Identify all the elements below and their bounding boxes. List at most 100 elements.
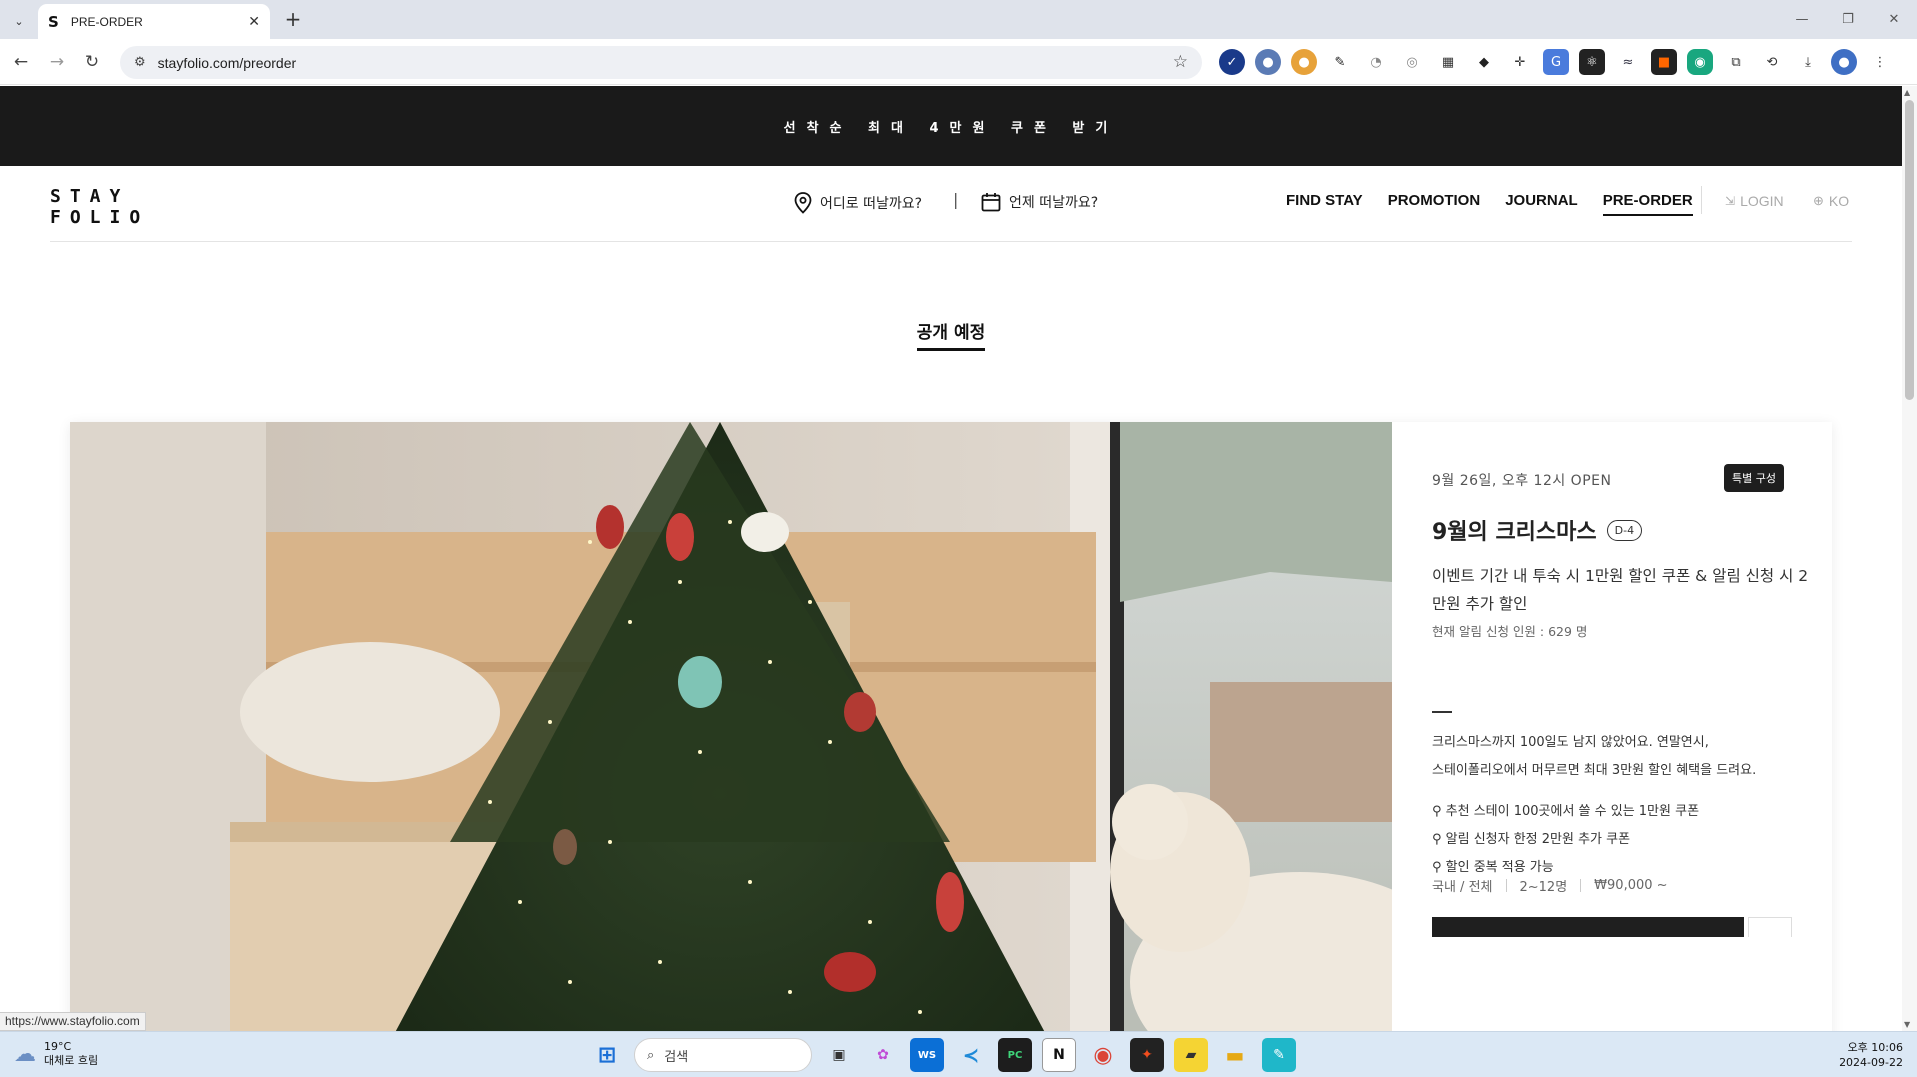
stay-guests: 2~12명 — [1519, 880, 1568, 895]
weather-condition: 대체로 흐림 — [44, 1054, 99, 1067]
vscode-icon[interactable]: ≺ — [954, 1038, 988, 1072]
search-date-label: 언제 떠날까요? — [1009, 195, 1099, 211]
url-text: stayfolio.com/preorder — [157, 54, 297, 71]
search-date[interactable]: 언제 떠날까요? — [981, 192, 1098, 212]
language-selector[interactable]: ⊕ KO — [1813, 193, 1849, 209]
chrome-icon[interactable]: ◉ — [1086, 1038, 1120, 1072]
webstorm-icon[interactable]: WS — [910, 1038, 944, 1072]
stay-name: 9월의 크리스마스 D-4 — [1432, 514, 1643, 546]
ext-eyedropper-icon[interactable]: ✎ — [1327, 49, 1353, 75]
search-destination[interactable]: 어디로 떠날까요? — [794, 192, 922, 214]
ext-translate-icon[interactable]: G — [1543, 49, 1569, 75]
section-heading: 공개 예정 — [0, 318, 1902, 351]
sticky-notes-icon[interactable]: ▰ — [1174, 1038, 1208, 1072]
tab-favicon: S — [48, 12, 59, 31]
promo-description: 이벤트 기간 내 투숙 시 1만원 할인 쿠폰 & 알림 신청 시 2만원 추가… — [1432, 567, 1809, 613]
scroll-up-icon[interactable]: ▲ — [1904, 88, 1910, 97]
tab-search-chevron-icon[interactable]: ⌄ — [6, 8, 32, 34]
login-icon: ⇲ — [1725, 194, 1736, 208]
windows-taskbar: ☁ 19°C 대체로 흐림 ⊞ ⌕ 검색 ▣ ✿ WS ≺ PC N ◉ ✦ ▰… — [0, 1031, 1917, 1077]
ext-timer-icon[interactable]: ◔ — [1363, 49, 1389, 75]
login-link[interactable]: ⇲ LOGIN — [1725, 193, 1784, 209]
ext-grid-icon[interactable]: ▦ — [1435, 49, 1461, 75]
back-icon[interactable]: ← — [8, 49, 34, 75]
logo-line-1: STAY — [50, 186, 130, 207]
scroll-down-icon[interactable]: ▼ — [1904, 1020, 1910, 1029]
reload-icon[interactable]: ↻ — [79, 49, 105, 75]
extensions-puzzle-icon[interactable]: ⧉ — [1723, 49, 1749, 75]
ext-check-icon[interactable]: ✓ — [1219, 49, 1245, 75]
tab-close-icon[interactable]: ✕ — [248, 14, 260, 30]
address-toolbar: ← → ↻ ⚙ stayfolio.com/preorder ☆ ✓ ● ● ✎… — [0, 39, 1917, 85]
page-scrollbar[interactable]: ▲ ▼ — [1902, 86, 1917, 1031]
windows-start-icon[interactable]: ⊞ — [590, 1038, 624, 1072]
stay-photo[interactable] — [70, 422, 1392, 1031]
coupon-banner-text: 선착순 최대 4만원 쿠폰 받기 — [783, 120, 1119, 136]
performance-icon[interactable]: ⟲ — [1759, 49, 1785, 75]
forward-icon[interactable]: → — [44, 49, 70, 75]
status-url-tooltip: https://www.stayfolio.com — [0, 1012, 146, 1031]
christmas-tree-photo — [70, 422, 1392, 1031]
temperature: 19°C — [44, 1040, 72, 1053]
taskbar-apps: ⊞ ⌕ 검색 ▣ ✿ WS ≺ PC N ◉ ✦ ▰ ▬ ✎ — [590, 1038, 1296, 1072]
copilot-icon[interactable]: ✿ — [866, 1038, 900, 1072]
dday-badge: D-4 — [1606, 519, 1643, 541]
stayfolio-logo[interactable]: STAY FOLIO — [50, 186, 149, 228]
preorder-card[interactable]: 9월 26일, 오후 12시 OPEN 특별 구성 9월의 크리스마스 D-4 … — [70, 422, 1832, 1031]
login-label: LOGIN — [1740, 193, 1784, 209]
ext-avatar-icon[interactable]: ● — [1255, 49, 1281, 75]
wishlist-button[interactable] — [1748, 917, 1792, 937]
section-title: 공개 예정 — [916, 318, 986, 351]
page-viewport: 선착순 최대 4만원 쿠폰 받기 STAY FOLIO 어디로 떠날까요? | … — [0, 86, 1902, 1031]
nav-journal[interactable]: JOURNAL — [1505, 192, 1578, 216]
ext-move-icon[interactable]: ✛ — [1507, 49, 1533, 75]
pen-app-icon[interactable]: ✎ — [1262, 1038, 1296, 1072]
language-label: KO — [1828, 193, 1850, 209]
body-line-2: 스테이폴리오에서 머무르면 최대 3만원 할인 혜택을 드려요. — [1432, 763, 1757, 778]
extensions-bar: ✓ ● ● ✎ ◔ ◎ ▦ ◆ ✛ G ⚛ ≈ ■ ◉ ⧉ ⟲ ⤓ ● ⋮ — [1219, 49, 1893, 75]
close-window-icon[interactable]: ✕ — [1871, 0, 1917, 39]
weather-widget[interactable]: ☁ 19°C 대체로 흐림 — [14, 1040, 98, 1068]
file-explorer-icon[interactable]: ▬ — [1218, 1038, 1252, 1072]
url-bar[interactable]: ⚙ stayfolio.com/preorder ☆ — [120, 46, 1202, 79]
applicant-count: 현재 알림 신청 인원 : 629 명 — [1432, 624, 1588, 639]
ext-chat-icon[interactable]: ◉ — [1687, 49, 1713, 75]
main-nav: FIND STAY PROMOTION JOURNAL PRE-ORDER — [1286, 192, 1693, 216]
bookmark-star-icon[interactable]: ☆ — [1173, 52, 1188, 72]
system-clock[interactable]: 오후 10:06 2024-09-22 — [1839, 1040, 1903, 1070]
benefit-item: ⚲ 알림 신청자 한정 2만원 추가 쿠폰 — [1432, 832, 1631, 847]
taskbar-search-label: 검색 — [664, 1049, 689, 1065]
ext-puzzle-dark-icon[interactable]: ◆ — [1471, 49, 1497, 75]
taskbar-search[interactable]: ⌕ 검색 — [634, 1038, 812, 1072]
body-line-1: 크리스마스까지 100일도 남지 않았어요. 연말연시, — [1432, 735, 1709, 750]
tab-title: PRE-ORDER — [70, 14, 143, 29]
window-controls: — ❐ ✕ — [1779, 0, 1917, 39]
notion-icon[interactable]: N — [1042, 1038, 1076, 1072]
nav-promotion[interactable]: PROMOTION — [1388, 192, 1481, 216]
nav-pre-order[interactable]: PRE-ORDER — [1602, 192, 1693, 216]
ext-react-icon[interactable]: ⚛ — [1579, 49, 1605, 75]
ext-compass-icon[interactable]: ◎ — [1399, 49, 1425, 75]
nav-find-stay[interactable]: FIND STAY — [1286, 192, 1363, 216]
ext-cookie-icon[interactable]: ● — [1291, 49, 1317, 75]
new-tab-button[interactable]: + — [280, 7, 306, 33]
minimize-icon[interactable]: — — [1779, 0, 1825, 39]
task-view-icon[interactable]: ▣ — [822, 1038, 856, 1072]
download-icon[interactable]: ⤓ — [1795, 49, 1821, 75]
profile-avatar-icon[interactable]: ● — [1831, 49, 1857, 75]
restore-icon[interactable]: ❐ — [1825, 0, 1871, 39]
scroll-thumb[interactable] — [1905, 100, 1914, 400]
logo-line-2: FOLIO — [50, 207, 150, 228]
browser-menu-icon[interactable]: ⋮ — [1867, 49, 1893, 75]
figma-icon[interactable]: ✦ — [1130, 1038, 1164, 1072]
ext-wave-icon[interactable]: ≈ — [1615, 49, 1641, 75]
pycharm-icon[interactable]: PC — [998, 1038, 1032, 1072]
notify-button[interactable] — [1432, 917, 1744, 937]
active-tab[interactable]: S PRE-ORDER ✕ — [38, 4, 270, 39]
cloud-sun-icon: ☁ — [14, 1041, 36, 1067]
site-info-icon[interactable]: ⚙ — [134, 55, 146, 70]
ext-lighthouse-icon[interactable]: ■ — [1651, 49, 1677, 75]
nav-divider — [1701, 186, 1702, 214]
globe-icon: ⊕ — [1813, 193, 1824, 208]
coupon-banner[interactable]: 선착순 최대 4만원 쿠폰 받기 — [0, 86, 1902, 166]
